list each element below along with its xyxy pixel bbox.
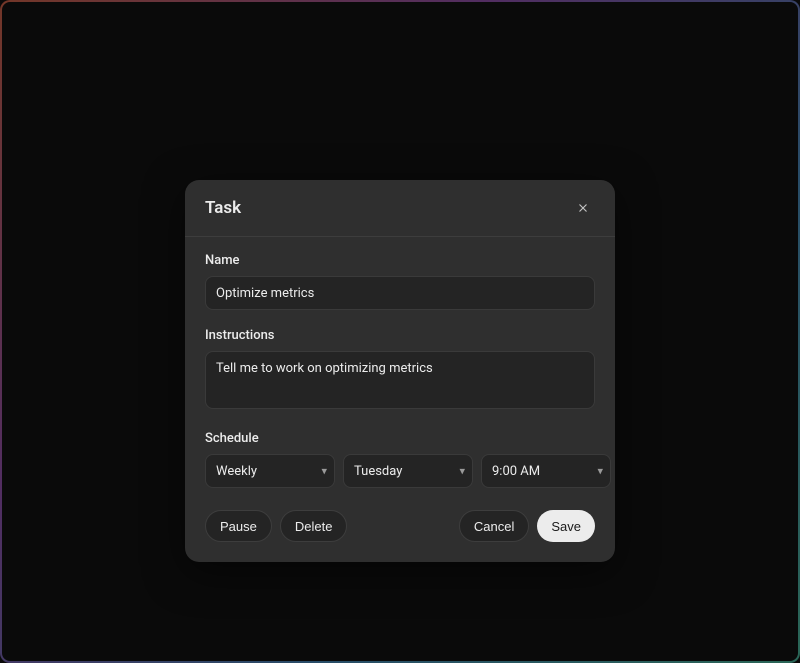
day-select[interactable]: Tuesday bbox=[343, 454, 473, 488]
modal-body: Name Instructions Schedule Weekly ▾ Tues… bbox=[185, 237, 615, 562]
name-input[interactable] bbox=[205, 276, 595, 310]
save-button[interactable]: Save bbox=[537, 510, 595, 542]
schedule-row: Weekly ▾ Tuesday ▾ 9:00 AM ▾ bbox=[205, 454, 595, 488]
day-value: Tuesday bbox=[354, 464, 402, 479]
day-select-wrap: Tuesday ▾ bbox=[343, 454, 473, 488]
time-select-wrap: 9:00 AM ▾ bbox=[481, 454, 611, 488]
task-modal: Task Name Instructions Schedule Weekly ▾… bbox=[185, 180, 615, 562]
instructions-input[interactable] bbox=[205, 351, 595, 409]
schedule-field-group: Schedule Weekly ▾ Tuesday ▾ 9:00 AM ▾ bbox=[205, 431, 595, 488]
schedule-label: Schedule bbox=[205, 431, 595, 446]
pause-button[interactable]: Pause bbox=[205, 510, 272, 542]
name-field-group: Name bbox=[205, 253, 595, 310]
recurrence-select-wrap: Weekly ▾ bbox=[205, 454, 335, 488]
name-label: Name bbox=[205, 253, 595, 268]
instructions-field-group: Instructions bbox=[205, 328, 595, 413]
time-value: 9:00 AM bbox=[492, 464, 540, 479]
modal-footer: Pause Delete Cancel Save bbox=[205, 506, 595, 542]
cancel-button[interactable]: Cancel bbox=[459, 510, 529, 542]
delete-button[interactable]: Delete bbox=[280, 510, 348, 542]
close-icon bbox=[576, 201, 590, 215]
time-select[interactable]: 9:00 AM bbox=[481, 454, 611, 488]
instructions-label: Instructions bbox=[205, 328, 595, 343]
modal-header: Task bbox=[185, 180, 615, 237]
close-button[interactable] bbox=[571, 196, 595, 220]
modal-title: Task bbox=[205, 198, 241, 218]
recurrence-value: Weekly bbox=[216, 464, 257, 479]
recurrence-select[interactable]: Weekly bbox=[205, 454, 335, 488]
